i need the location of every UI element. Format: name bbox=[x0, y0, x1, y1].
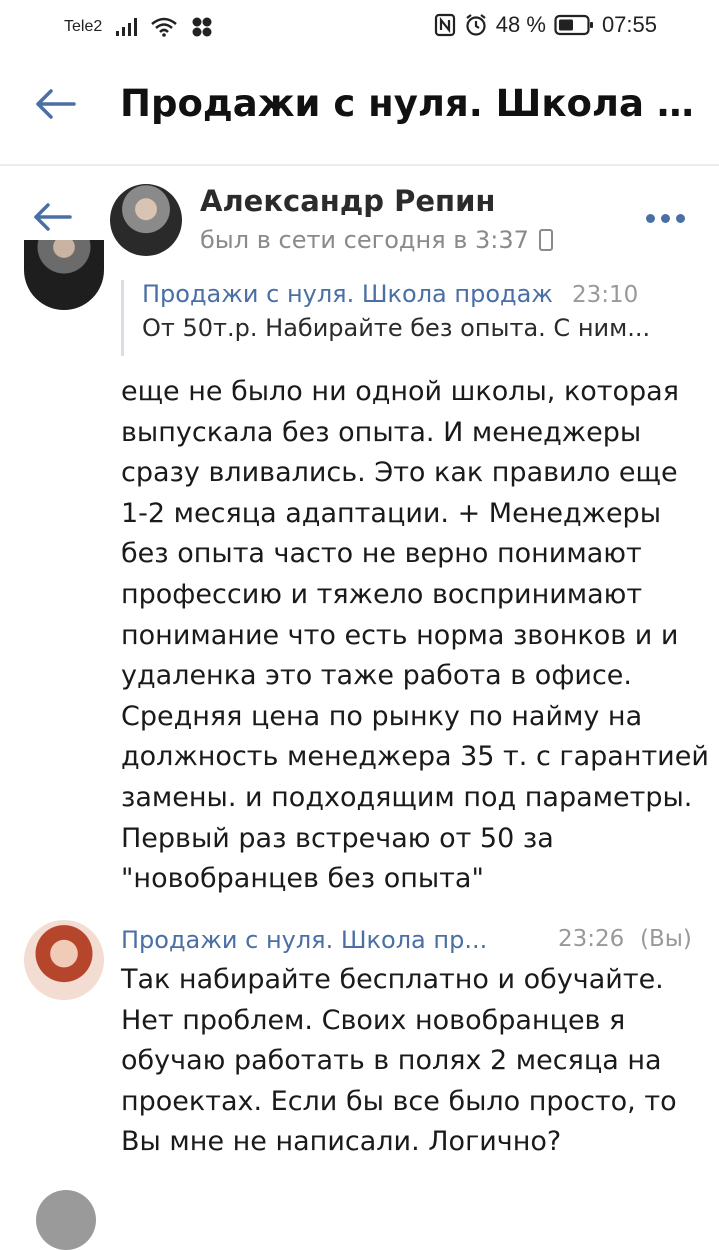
message-text: еще не было ни одной школы, которая выпу… bbox=[121, 376, 709, 895]
reply-quote[interactable]: Продажи с нуля. Школа продаж 23:10 От 50… bbox=[121, 280, 701, 356]
back-arrow-icon[interactable] bbox=[34, 88, 76, 120]
nfc-icon bbox=[434, 13, 455, 37]
mobile-icon bbox=[538, 229, 553, 251]
status-bar: Tele2 48 % 07:55 bbox=[0, 0, 719, 56]
carrier-label: Tele2 bbox=[64, 18, 103, 35]
my-avatar[interactable] bbox=[24, 920, 104, 1000]
battery-icon bbox=[554, 14, 593, 36]
chat-back-arrow-icon[interactable] bbox=[32, 202, 72, 232]
alarm-icon bbox=[466, 14, 486, 36]
clock: 07:55 bbox=[601, 12, 657, 37]
avatar[interactable] bbox=[110, 184, 182, 256]
last-seen-text: был в сети сегодня в 3:37 bbox=[200, 226, 529, 254]
status-right: 48 % 07:55 bbox=[434, 12, 657, 38]
sender-avatar[interactable] bbox=[24, 240, 104, 310]
contact-name[interactable]: Александр Репин bbox=[200, 184, 495, 218]
battery-percent: 48 % bbox=[495, 12, 546, 37]
you-label: (Вы) bbox=[640, 926, 692, 952]
reply-time: 23:10 bbox=[572, 282, 639, 308]
more-options-icon[interactable] bbox=[646, 214, 685, 223]
message-author[interactable]: Продажи с нуля. Школа пр... bbox=[121, 926, 541, 954]
wifi-icon bbox=[151, 17, 178, 37]
reply-author: Продажи с нуля. Школа продаж bbox=[142, 280, 553, 308]
reply-text: От 50т.р. Набирайте без опыта. С ним... bbox=[142, 314, 651, 342]
contact-status: был в сети сегодня в 3:37 bbox=[200, 226, 553, 254]
next-avatar[interactable] bbox=[36, 1190, 96, 1250]
message-time: 23:26 bbox=[558, 926, 625, 952]
status-left: Tele2 bbox=[64, 16, 213, 38]
app-bar: Продажи с нуля. Школа про... bbox=[0, 56, 719, 166]
page-title: Продажи с нуля. Школа про... bbox=[120, 82, 700, 125]
apps-icon bbox=[192, 17, 212, 37]
message-text: Так набирайте бесплатно и обучайте. Нет … bbox=[121, 964, 677, 1158]
chat-header: Александр Репин был в сети сегодня в 3:3… bbox=[0, 166, 719, 276]
signal-icon bbox=[116, 18, 138, 36]
